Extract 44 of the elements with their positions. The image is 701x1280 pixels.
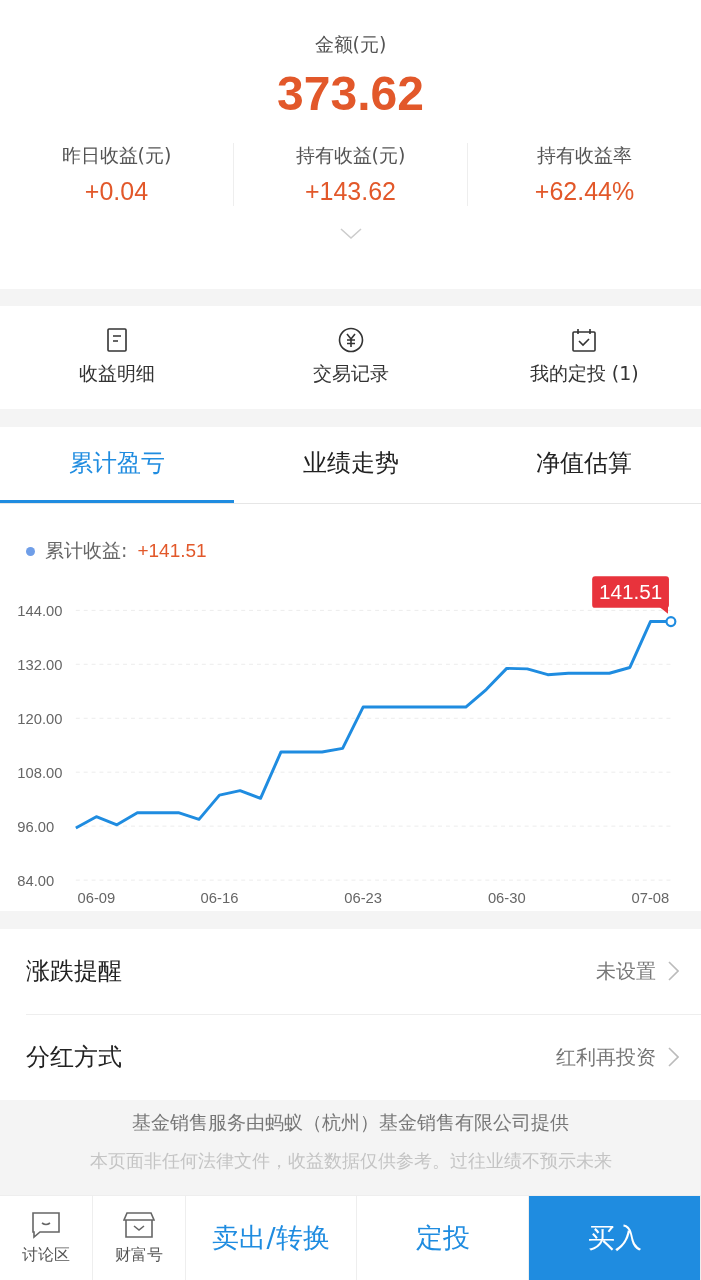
legend-value: +141.51 [137, 540, 207, 563]
chevron-down-icon[interactable] [339, 228, 362, 240]
stat-label: 昨日收益(元) [61, 143, 172, 168]
tab[interactable]: 净值估算 [467, 426, 701, 503]
x-axis-label: 06-23 [344, 889, 382, 906]
chat-icon [30, 1210, 62, 1239]
row-value: 未设置 [596, 957, 656, 985]
y-axis-label: 108.00 [17, 765, 63, 782]
row-value: 红利再投资 [556, 1043, 656, 1071]
y-axis-label: 120.00 [17, 711, 63, 728]
provider-note: 基金销售服务由蚂蚁（杭州）基金销售有限公司提供 [132, 1110, 569, 1135]
stat-value: +143.62 [304, 177, 397, 206]
shortcut-item[interactable]: 收益明细 [0, 306, 234, 409]
yuan-icon [337, 327, 364, 354]
amount-value: 373.62 [277, 66, 424, 121]
x-axis-label: 06-16 [200, 889, 239, 906]
y-axis-label: 84.00 [17, 872, 55, 889]
value-tooltip: 141.51 [592, 576, 669, 614]
stat-value: +62.44% [534, 177, 635, 206]
amount-label: 金额(元) [314, 32, 387, 57]
settings-row[interactable]: 分红方式 红利再投资 [26, 1014, 701, 1100]
row-label: 涨跌提醒 [26, 956, 122, 988]
stat-label: 持有收益(元) [295, 143, 406, 168]
chevron-right-icon [668, 1047, 679, 1068]
y-axis-label: 144.00 [17, 603, 63, 620]
stat-label: 持有收益率 [537, 143, 632, 168]
legend-label: 累计收益: [45, 538, 128, 564]
data-point-marker [665, 616, 677, 628]
shortcut-item[interactable]: 我的定投 (1) [467, 306, 701, 409]
shortcut-item[interactable]: 交易记录 [233, 306, 468, 409]
y-axis-label: 132.00 [17, 657, 63, 674]
settings-row[interactable]: 涨跌提醒 未设置 [26, 928, 701, 1015]
legend-dot [26, 546, 35, 556]
chevron-right-icon [668, 961, 679, 982]
store-icon [123, 1210, 155, 1239]
x-axis-label: 06-09 [77, 889, 116, 906]
tab[interactable]: 业绩走势 [233, 426, 468, 503]
stat-value: +0.04 [84, 177, 149, 206]
x-axis-label: 06-30 [487, 889, 526, 906]
x-axis-label: 07-08 [631, 889, 670, 906]
row-label: 分红方式 [26, 1042, 122, 1074]
calendar-icon [571, 327, 598, 354]
buy-button[interactable]: 买入 [529, 1196, 701, 1280]
y-axis-label: 96.00 [17, 819, 55, 835]
